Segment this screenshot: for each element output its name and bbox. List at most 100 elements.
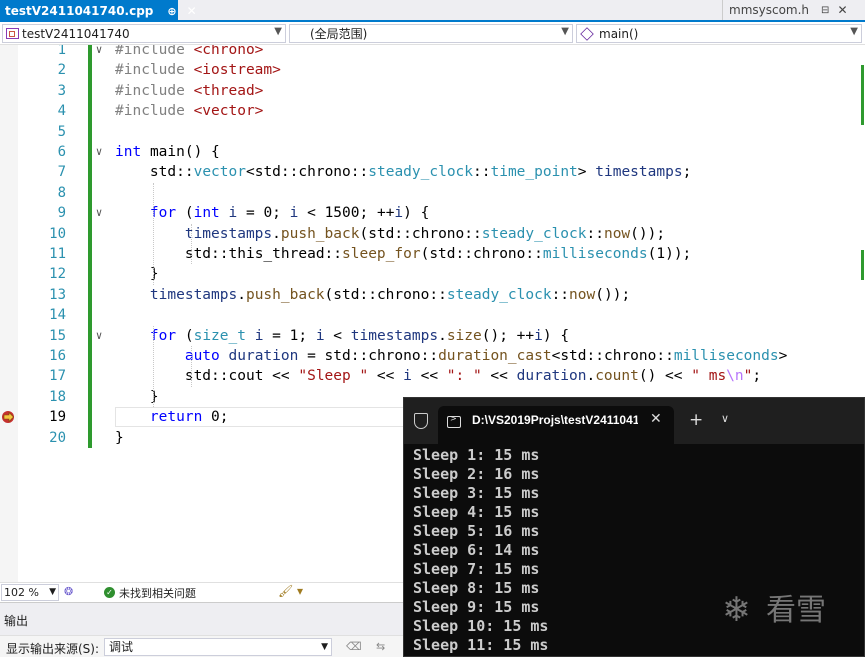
- indent-guide: [153, 325, 154, 408]
- chevron-down-icon: ▼: [321, 642, 328, 652]
- line-number: 9: [57, 205, 66, 222]
- code-text: #include <vector>: [115, 103, 264, 120]
- function-cube-icon: [580, 26, 594, 41]
- terminal-output-line: Sleep 5: 16 ms: [413, 522, 540, 540]
- code-text: timestamps.push_back(std::chrono::steady…: [184, 225, 666, 242]
- line-number: 18: [49, 388, 66, 405]
- line-number: 6: [57, 144, 66, 160]
- snowflake-logo-icon: ❄: [722, 590, 751, 630]
- output-panel-title: 输出: [4, 614, 29, 628]
- code-line[interactable]: 8: [0, 183, 865, 203]
- navigation-bar: testV2411041740 ▼ (全局范围) ▼ main() ▼: [0, 22, 865, 45]
- code-line[interactable]: 7 std::vector<std::chrono::steady_clock:…: [0, 162, 865, 182]
- scope-dropdown[interactable]: (全局范围) ▼: [289, 24, 573, 43]
- line-number: 5: [57, 123, 66, 140]
- member-dropdown[interactable]: main() ▼: [576, 24, 862, 43]
- indent-guide: [153, 182, 154, 285]
- code-text: int main() {: [115, 144, 220, 160]
- breakpoint-arrow-icon[interactable]: [1, 410, 17, 424]
- code-text: timestamps.push_back(std::chrono::steady…: [149, 286, 631, 303]
- code-text: std::cout << "Sleep " << i << ": " << du…: [184, 368, 762, 385]
- terminal-tab-title: D:\VS2019Projs\testV24110417: [472, 413, 638, 427]
- line-number: 19: [49, 409, 66, 426]
- indent-guide: [191, 223, 192, 265]
- tab-label: mmsyscom.h: [729, 3, 810, 17]
- watermark-text: 看雪: [766, 593, 826, 628]
- close-tab-icon[interactable]: ✕: [187, 4, 197, 18]
- code-line[interactable]: 6 ∨ int main() {: [0, 142, 865, 162]
- line-number: 12: [49, 266, 66, 283]
- terminal-output-line: Sleep 7: 15 ms: [413, 560, 540, 578]
- watermark: ❄ 看雪: [722, 590, 844, 632]
- new-tab-plus-icon[interactable]: +: [689, 410, 703, 430]
- chevron-down-icon[interactable]: ∨: [721, 412, 729, 425]
- code-text: for (size_t i = 1; i < timestamps.size()…: [149, 327, 570, 344]
- code-line[interactable]: 14: [0, 305, 865, 325]
- code-line[interactable]: 15 ∨ for (size_t i = 1; i < timestamps.si…: [0, 326, 865, 346]
- project-dropdown[interactable]: testV2411041740 ▼: [2, 24, 286, 43]
- line-number: 14: [49, 307, 66, 324]
- line-number: 4: [57, 103, 66, 120]
- word-wrap-icon[interactable]: ⇆: [376, 640, 385, 653]
- scrollbar-change-marker: [861, 250, 864, 280]
- line-number: 17: [49, 368, 66, 385]
- code-cleanup-icon[interactable]: 🖌 ▾: [278, 584, 303, 598]
- fold-toggle-icon[interactable]: ∨: [93, 203, 105, 223]
- project-name: testV2411041740: [22, 26, 130, 41]
- line-number: 3: [57, 82, 66, 99]
- terminal-tab[interactable]: D:\VS2019Projs\testV24110417 ✕: [438, 406, 674, 444]
- code-line[interactable]: 10 timestamps.push_back(std::chrono::ste…: [0, 224, 865, 244]
- code-line[interactable]: 9 ∨ for (int i = 0; i < 1500; ++i) {: [0, 203, 865, 223]
- code-line[interactable]: 11 std::this_thread::sleep_for(std::chro…: [0, 244, 865, 264]
- document-tab-strip: testV2411041740.cpp ⊕ ✕ mmsyscom.h ⊟ ✕: [0, 0, 865, 22]
- pin-tab-icon[interactable]: ⊟: [821, 5, 829, 16]
- code-line[interactable]: 3 #include <thread>: [0, 81, 865, 101]
- code-line[interactable]: 12 }: [0, 264, 865, 284]
- terminal-output-line: Sleep 2: 16 ms: [413, 465, 540, 483]
- pin-tab-icon[interactable]: ⊕: [167, 5, 176, 18]
- copilot-icon[interactable]: ❂: [64, 585, 73, 598]
- code-line[interactable]: 2 #include <iostream>: [0, 60, 865, 80]
- terminal-icon: [447, 414, 461, 428]
- tab-source-file[interactable]: testV2411041740.cpp ⊕ ✕: [0, 0, 197, 22]
- output-source-select[interactable]: 调试 ▼: [104, 638, 332, 656]
- code-line[interactable]: 5: [0, 122, 865, 142]
- code-line[interactable]: 13 timestamps.push_back(std::chrono::ste…: [0, 285, 865, 305]
- code-text: #include <iostream>: [115, 62, 281, 79]
- chevron-down-icon: ▼: [850, 26, 858, 37]
- line-number: 1: [57, 45, 66, 58]
- close-tab-icon[interactable]: ✕: [837, 3, 847, 17]
- zoom-level: 102 %: [4, 586, 39, 599]
- chevron-down-icon: ▼: [274, 26, 282, 37]
- clear-output-icon[interactable]: ⌫: [346, 640, 362, 653]
- tab-label: testV2411041740.cpp: [5, 4, 154, 18]
- line-number: 8: [57, 184, 66, 201]
- code-text: #include <chrono>: [115, 45, 264, 58]
- code-line[interactable]: 1 ∨ #include <chrono>: [0, 45, 865, 60]
- check-circle-icon: ✓: [104, 587, 115, 598]
- fold-toggle-icon[interactable]: ∨: [93, 45, 105, 60]
- shield-icon: [414, 413, 428, 429]
- chevron-down-icon: ▼: [49, 587, 56, 597]
- fold-toggle-icon[interactable]: ∨: [93, 326, 105, 346]
- terminal-output-line: Sleep 4: 15 ms: [413, 503, 540, 521]
- line-number: 20: [49, 429, 66, 446]
- code-line[interactable]: 4 #include <vector>: [0, 101, 865, 121]
- code-line[interactable]: 17 std::cout << "Sleep " << i << ": " <<…: [0, 366, 865, 386]
- zoom-dropdown[interactable]: 102 % ▼: [1, 584, 59, 601]
- code-text: std::vector<std::chrono::steady_clock::t…: [149, 164, 692, 181]
- code-line[interactable]: 16 auto duration = std::chrono::duration…: [0, 346, 865, 366]
- code-text: auto duration = std::chrono::duration_ca…: [184, 348, 788, 364]
- code-text: std::this_thread::sleep_for(std::chrono:…: [184, 246, 692, 262]
- line-number: 10: [49, 225, 66, 242]
- line-number: 2: [57, 62, 66, 79]
- fold-toggle-icon[interactable]: ∨: [93, 142, 105, 162]
- line-number: 15: [49, 327, 66, 344]
- code-text: #include <thread>: [115, 82, 264, 99]
- issues-status[interactable]: 未找到相关问题: [119, 585, 196, 601]
- close-icon[interactable]: ✕: [650, 411, 662, 427]
- scrollbar-change-marker: [861, 65, 864, 125]
- tab-header-file[interactable]: mmsyscom.h ⊟ ✕: [722, 0, 865, 20]
- terminal-title-bar: D:\VS2019Projs\testV24110417 ✕ + ∨: [404, 398, 864, 444]
- output-source-value: 调试: [109, 640, 134, 654]
